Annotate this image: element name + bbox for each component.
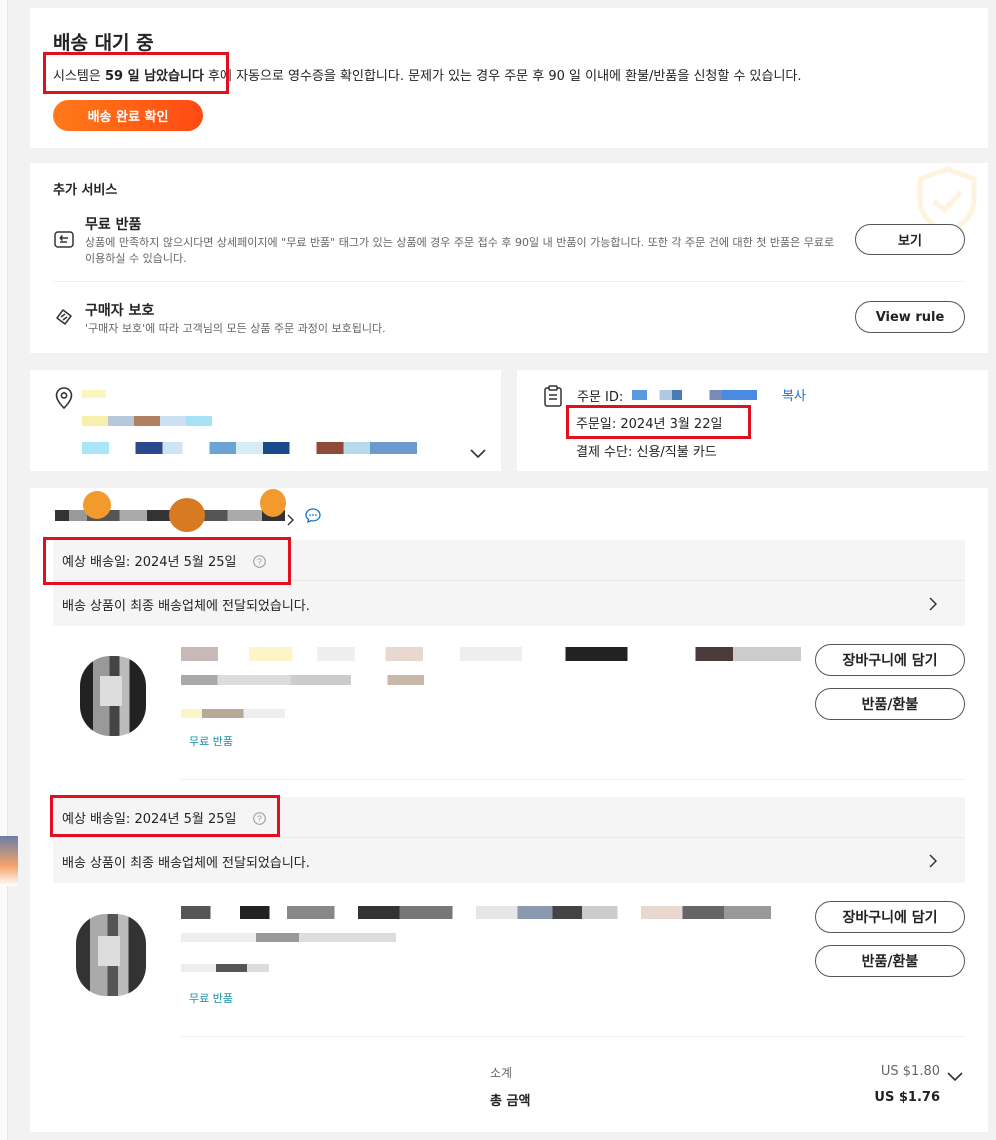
services-divider <box>53 281 965 282</box>
package-1-delivery-date-highlight <box>43 537 291 585</box>
address-line2-redacted <box>82 442 417 454</box>
left-edge-thumbnail <box>0 836 18 886</box>
package-2-return-refund-button[interactable]: 반품/환불 <box>815 945 965 977</box>
free-return-description: 상품에 만족하지 않으시다면 상세페이지에 "무료 반품" 태그가 있는 상품에… <box>85 236 835 265</box>
package-2-product-image[interactable] <box>70 910 154 1000</box>
shield-hand-icon <box>53 306 75 332</box>
subtotal-label: 소계 <box>490 1066 513 1080</box>
package-2-status-text: 배송 상품이 최종 배송업체에 전달되었습니다. <box>62 856 310 871</box>
package-1-add-to-cart-button[interactable]: 장바구니에 담기 <box>815 644 965 676</box>
store-mascot-sticker <box>169 498 205 532</box>
expand-address-chevron-down-icon[interactable] <box>470 444 486 463</box>
store-mascot-sticker <box>83 491 111 519</box>
package-1-return-refund-button[interactable]: 반품/환불 <box>815 688 965 720</box>
buyer-protection-description: '구매자 보호'에 따라 고객님의 모든 상품 주문 과정이 보호됩니다. <box>85 322 386 335</box>
package-2-free-return-tag: 무료 반품 <box>189 992 233 1005</box>
package-1-chevron-right-icon[interactable] <box>929 596 938 615</box>
address-line1-redacted <box>82 416 212 426</box>
order-id-label: 주문 ID: <box>577 390 624 405</box>
summary-divider <box>181 1036 965 1037</box>
order-id-redacted <box>632 390 757 400</box>
store-mascot-sticker <box>260 489 286 517</box>
notice-suffix: 후에 자동으로 영수증을 확인합니다. 문제가 있는 경우 주문 후 90 일 … <box>203 69 802 84</box>
days-left-highlight <box>43 52 229 94</box>
address-card <box>30 370 501 471</box>
view-rule-button[interactable]: View rule <box>855 301 965 333</box>
package-1-free-return-tag: 무료 반품 <box>189 735 233 748</box>
confirm-delivery-button[interactable]: 배송 완료 확인 <box>53 100 203 131</box>
subtotal-chevron-down-icon[interactable] <box>947 1067 963 1086</box>
package-2-product-spec-redacted[interactable] <box>181 933 396 942</box>
services-card: 추가 서비스 무료 반품 상품에 만족하지 않으시다면 상세페이지에 "무료 반… <box>30 163 988 353</box>
payment-method: 결제 수단: 신용/직불 카드 <box>576 445 717 460</box>
package-1-product-title-redacted[interactable] <box>181 647 801 661</box>
services-heading: 추가 서비스 <box>53 183 118 198</box>
free-return-title: 무료 반품 <box>85 217 142 233</box>
subtotal-value: US $1.80 <box>880 1064 940 1079</box>
clipboard-icon <box>543 385 563 411</box>
package-1-product-price-redacted[interactable] <box>181 709 285 718</box>
package-1-product-image[interactable] <box>72 652 154 740</box>
package-2-product-title-redacted[interactable] <box>181 906 771 919</box>
package-2-delivery-date-highlight <box>50 795 280 837</box>
package-divider <box>181 779 965 780</box>
total-label: 총 금액 <box>490 1094 531 1109</box>
status-title: 배송 대기 중 <box>53 32 154 54</box>
total-value: US $1.76 <box>874 1090 940 1105</box>
package-2-product-price-redacted[interactable] <box>181 964 269 972</box>
store-chevron-right-icon[interactable] <box>287 511 294 530</box>
package-2-add-to-cart-button[interactable]: 장바구니에 담기 <box>815 901 965 933</box>
location-pin-icon <box>55 387 73 413</box>
buyer-protection-title: 구매자 보호 <box>85 303 155 319</box>
recipient-name-redacted <box>82 390 106 398</box>
left-edge-strip <box>0 0 8 1140</box>
return-icon <box>53 230 75 254</box>
package-1-product-spec-redacted[interactable] <box>181 675 424 685</box>
package-1-status-text: 배송 상품이 최종 배송업체에 전달되었습니다. <box>62 599 310 614</box>
package-2-chevron-right-icon[interactable] <box>929 853 938 872</box>
chat-icon[interactable] <box>305 508 321 527</box>
free-return-view-button[interactable]: 보기 <box>855 224 965 255</box>
copy-order-id-link[interactable]: 복사 <box>782 385 806 404</box>
order-date-highlight <box>566 405 751 439</box>
